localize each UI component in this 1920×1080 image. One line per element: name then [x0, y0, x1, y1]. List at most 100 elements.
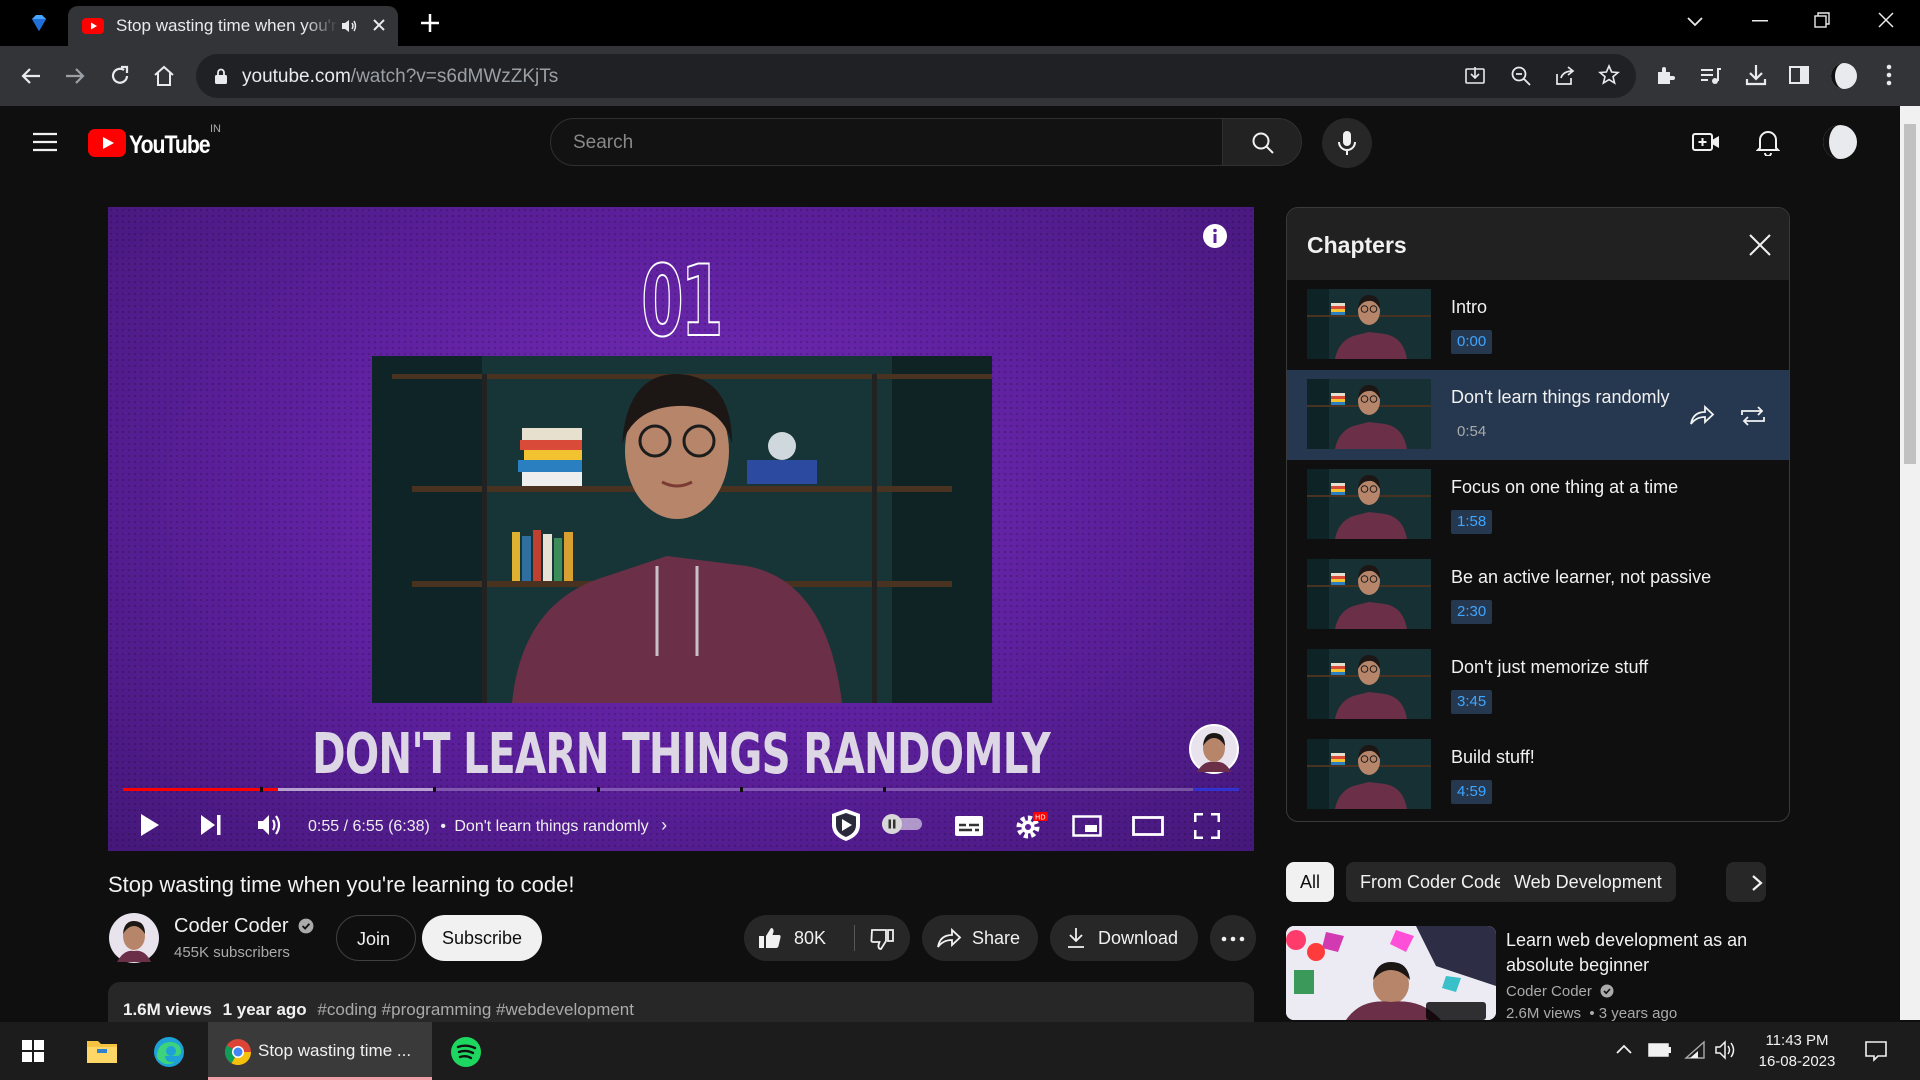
next-video-icon[interactable]: [200, 814, 222, 836]
progress-bar[interactable]: [123, 787, 1239, 792]
speaker-volume-icon[interactable]: [1714, 1040, 1738, 1060]
subtitles-icon[interactable]: [954, 815, 984, 837]
window-restore-icon[interactable]: [1814, 12, 1830, 28]
volume-icon[interactable]: [256, 813, 284, 837]
window-minimize-icon[interactable]: [1752, 20, 1768, 22]
extensions-puzzle-icon[interactable]: [1654, 64, 1678, 88]
info-icon[interactable]: [1202, 223, 1228, 249]
chapter-item[interactable]: Focus on one thing at a time 1:58: [1287, 460, 1789, 550]
chrome-menu-kebab-icon[interactable]: [1886, 64, 1892, 86]
chapter-chevron-icon[interactable]: ›: [661, 815, 667, 835]
chapter-timestamp[interactable]: 3:45: [1451, 690, 1493, 714]
forward-arrow-icon[interactable]: [64, 66, 86, 86]
chapter-item[interactable]: Don't learn things randomly 0:54: [1287, 370, 1789, 460]
notification-center-icon[interactable]: [1864, 1040, 1888, 1062]
chapter-timestamp[interactable]: 0:00: [1451, 330, 1493, 354]
hashtags[interactable]: #coding #programming #webdevelopment: [317, 1000, 634, 1019]
youtube-logo[interactable]: YouTube IN: [88, 123, 228, 161]
address-bar[interactable]: youtube.com/watch?v=s6dMWzZKjTs: [196, 54, 1636, 98]
download-button[interactable]: Download: [1050, 915, 1198, 961]
join-button[interactable]: Join: [336, 915, 416, 961]
autoplay-toggle[interactable]: [880, 813, 924, 835]
dislike-button[interactable]: [856, 915, 910, 961]
taskbar-chrome-button[interactable]: Stop wasting time ...: [208, 1022, 432, 1080]
channel-avatar[interactable]: [108, 912, 160, 964]
windows-start-icon[interactable]: [22, 1040, 44, 1062]
new-tab-plus-icon[interactable]: [418, 11, 442, 35]
tray-chevron-up-icon[interactable]: [1616, 1044, 1632, 1054]
chapter-item[interactable]: Intro 0:00: [1287, 280, 1789, 370]
chapters-title: Chapters: [1307, 232, 1407, 258]
miniplayer-icon[interactable]: [1072, 815, 1102, 837]
create-video-icon[interactable]: [1692, 130, 1720, 154]
more-actions-button[interactable]: [1210, 915, 1256, 961]
search-input[interactable]: Search: [550, 118, 1224, 166]
close-icon[interactable]: [1749, 234, 1771, 256]
chips-next-chevron-icon[interactable]: [1750, 874, 1764, 892]
share-button[interactable]: Share: [922, 915, 1038, 961]
wifi-icon[interactable]: [1684, 1040, 1706, 1060]
channel-name[interactable]: Coder Coder: [174, 915, 314, 938]
chapter-share-icon[interactable]: [1689, 404, 1715, 426]
chapter-item[interactable]: Build stuff! 4:59: [1287, 730, 1789, 820]
side-panel-icon[interactable]: [1788, 64, 1810, 86]
window-close-icon[interactable]: [1878, 12, 1894, 28]
voice-search-button[interactable]: [1322, 118, 1372, 168]
chapter-timestamp[interactable]: 2:30: [1451, 600, 1493, 624]
chapter-timestamp[interactable]: 1:58: [1451, 510, 1493, 534]
chapter-title: Be an active learner, not passive: [1451, 567, 1712, 587]
chip-web-development[interactable]: Web Development: [1500, 862, 1676, 902]
downloads-icon[interactable]: [1744, 63, 1768, 87]
settings-gear-icon[interactable]: HD: [1014, 811, 1048, 841]
browser-profile-gem-icon[interactable]: [28, 12, 50, 34]
clock-time: 11:43 PM: [1765, 1032, 1829, 1049]
spotify-icon[interactable]: [450, 1036, 482, 1068]
tab-audio-playing-icon[interactable]: [340, 18, 358, 34]
hamburger-menu-icon[interactable]: [32, 132, 58, 152]
edge-browser-icon[interactable]: [153, 1036, 185, 1068]
taskbar-clock[interactable]: 11:43 PM 16-08-2023: [1752, 1030, 1842, 1072]
theater-mode-icon[interactable]: [1132, 816, 1164, 836]
related-channel[interactable]: Coder Coder: [1506, 983, 1614, 1000]
scrollbar-thumb[interactable]: [1904, 124, 1916, 464]
chapter-timestamp[interactable]: 4:59: [1451, 780, 1493, 804]
browser-tab-youtube[interactable]: Stop wasting time when you're learning t…: [68, 6, 398, 46]
notifications-bell-icon[interactable]: [1756, 128, 1780, 156]
chip-from-channel[interactable]: From Coder Coder: [1346, 862, 1525, 902]
file-explorer-icon[interactable]: [86, 1037, 118, 1065]
fullscreen-icon[interactable]: [1194, 813, 1220, 839]
channel-watermark-avatar[interactable]: [1189, 724, 1239, 774]
lock-icon[interactable]: [214, 68, 228, 85]
tab-close-icon[interactable]: [370, 16, 388, 34]
download-label: Download: [1098, 928, 1179, 948]
chapter-timestamp[interactable]: 0:54: [1451, 420, 1492, 444]
profile-avatar-icon[interactable]: [1830, 62, 1858, 90]
account-avatar[interactable]: [1822, 124, 1858, 160]
tab-search-chevron-icon[interactable]: [1686, 14, 1704, 28]
play-icon[interactable]: [140, 813, 160, 837]
related-video-title[interactable]: Learn web development as an absolute beg…: [1506, 928, 1747, 978]
ad-blocker-shield-icon[interactable]: [828, 807, 864, 843]
current-chapter-label[interactable]: Don't learn things randomly: [454, 818, 648, 835]
share-page-icon[interactable]: [1554, 65, 1576, 87]
home-icon[interactable]: [152, 64, 176, 88]
chapter-loop-icon[interactable]: [1739, 405, 1767, 427]
reload-icon[interactable]: [108, 64, 132, 88]
page-scrollbar[interactable]: [1900, 106, 1920, 1020]
chapter-item[interactable]: Be an active learner, not passive 2:30: [1287, 550, 1789, 640]
like-button[interactable]: 80K: [744, 915, 854, 961]
verified-check-icon: [1600, 984, 1614, 998]
media-control-icon[interactable]: [1698, 64, 1722, 88]
search-button[interactable]: [1222, 118, 1302, 166]
battery-icon[interactable]: [1648, 1042, 1672, 1058]
back-arrow-icon[interactable]: [20, 66, 42, 86]
related-video-thumbnail[interactable]: [1286, 926, 1496, 1020]
install-app-icon[interactable]: [1464, 65, 1486, 87]
bookmark-star-icon[interactable]: [1598, 64, 1620, 86]
subscribe-label: Subscribe: [442, 928, 523, 948]
chip-all[interactable]: All: [1286, 862, 1335, 902]
chapter-item[interactable]: Don't just memorize stuff 3:45: [1287, 640, 1789, 730]
zoom-icon[interactable]: [1510, 65, 1532, 87]
subscribe-button[interactable]: Subscribe: [422, 915, 542, 961]
video-player[interactable]: 01 DON'T LEARN THINGS RANDOMLY 0:55 / 6:…: [108, 207, 1254, 851]
